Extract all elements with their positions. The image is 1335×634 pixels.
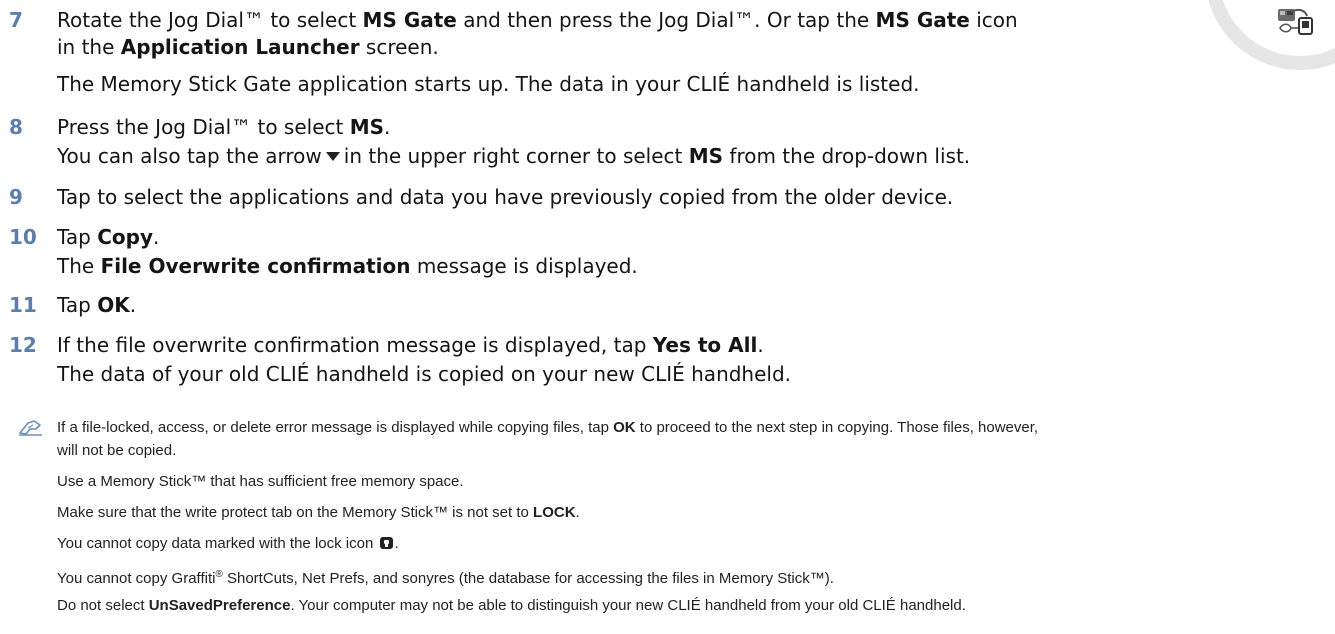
note-line: You cannot copy Graffiti® ShortCuts, Net… (57, 565, 834, 589)
note-hand-icon (19, 420, 42, 436)
text: ShortCuts, Net Prefs, and sonyres (the d… (222, 570, 834, 587)
step-result: The data of your old CLIÉ handheld is co… (57, 362, 792, 386)
step-result: The Memory Stick Gate application starts… (57, 72, 920, 96)
text: icon (969, 8, 1018, 32)
text: If a file-locked, access, or delete erro… (57, 419, 614, 436)
ms-gate-label: MS Gate (875, 8, 970, 32)
text: Press the Jog Dial™ to select (57, 115, 350, 139)
note-line: Do not select UnSavedPreference. Your co… (57, 596, 966, 616)
step-number: 8 (9, 115, 23, 139)
text: message is displayed. (410, 254, 638, 278)
step-number: 11 (9, 293, 37, 317)
decorative-ring (1205, 0, 1335, 70)
step-text: Tap OK. (57, 290, 136, 321)
ok-label: OK (613, 419, 636, 436)
text: Do not select (57, 597, 149, 614)
text: to proceed to the next step in copying. … (635, 419, 1039, 436)
registered-mark: ® (215, 569, 223, 580)
step-number: 7 (9, 8, 23, 32)
text: You cannot copy data marked with the loc… (57, 535, 374, 552)
text: Tap (57, 225, 98, 249)
text: You cannot copy Graffiti (57, 570, 216, 587)
step-text: in the Application Launcher screen. (57, 32, 439, 63)
text: Tap (57, 293, 98, 317)
step-text: Tap to select the applications and data … (57, 185, 954, 209)
text: in the (57, 35, 121, 59)
text: . (153, 225, 160, 249)
text: . (129, 293, 137, 317)
text: . (575, 504, 580, 521)
text: Make sure that the write protect tab on … (57, 504, 534, 521)
text: Rotate the Jog Dial™ to select (57, 8, 363, 32)
text: from the drop-down list. (723, 144, 971, 168)
step-number: 10 (9, 225, 37, 249)
text: and then press the Jog Dial™. Or tap the (456, 8, 876, 32)
text: The (57, 254, 101, 278)
ok-label: OK (97, 293, 130, 317)
arrow-down-icon (325, 152, 340, 161)
application-launcher-label: Application Launcher (120, 35, 360, 59)
lock-label: LOCK (533, 504, 576, 521)
note-line: will not be copied. (57, 442, 177, 459)
note-line: Make sure that the write protect tab on … (57, 503, 580, 523)
step-text: You can also tap the arrow in the upper r… (57, 141, 970, 172)
yes-to-all-label: Yes to All (652, 333, 758, 357)
step-number: 9 (9, 185, 23, 209)
text: You can also tap the arrow (57, 144, 322, 168)
step-text: Press the Jog Dial™ to select MS. (57, 112, 390, 143)
note-line: If a file-locked, access, or delete erro… (57, 418, 1038, 438)
lock-icon (380, 537, 394, 549)
note-line: You cannot copy data marked with the loc… (57, 534, 399, 554)
copy-label: Copy (97, 225, 153, 249)
note-line: Use a Memory Stick™ that has sufficient … (57, 473, 464, 490)
ms-gate-icon (1278, 8, 1313, 35)
text: . (384, 115, 391, 139)
ms-label: MS (349, 115, 385, 139)
text: If the file overwrite confirmation messa… (57, 333, 653, 357)
ms-gate-label: MS Gate (362, 8, 457, 32)
ms-label: MS (688, 144, 724, 168)
unsavedpreference-label: UnSavedPreference (148, 597, 291, 614)
step-text: If the file overwrite confirmation messa… (57, 330, 764, 361)
file-overwrite-label: File Overwrite confirmation (100, 254, 411, 278)
step-text: Tap Copy. (57, 222, 159, 253)
step-number: 12 (9, 333, 37, 357)
text: . (757, 333, 764, 357)
text: screen. (359, 35, 439, 59)
text: . Your computer may not be able to disti… (290, 597, 966, 614)
step-text: The File Overwrite confirmation message … (57, 251, 638, 282)
text: . (394, 535, 399, 552)
text: in the upper right corner to select (343, 144, 689, 168)
